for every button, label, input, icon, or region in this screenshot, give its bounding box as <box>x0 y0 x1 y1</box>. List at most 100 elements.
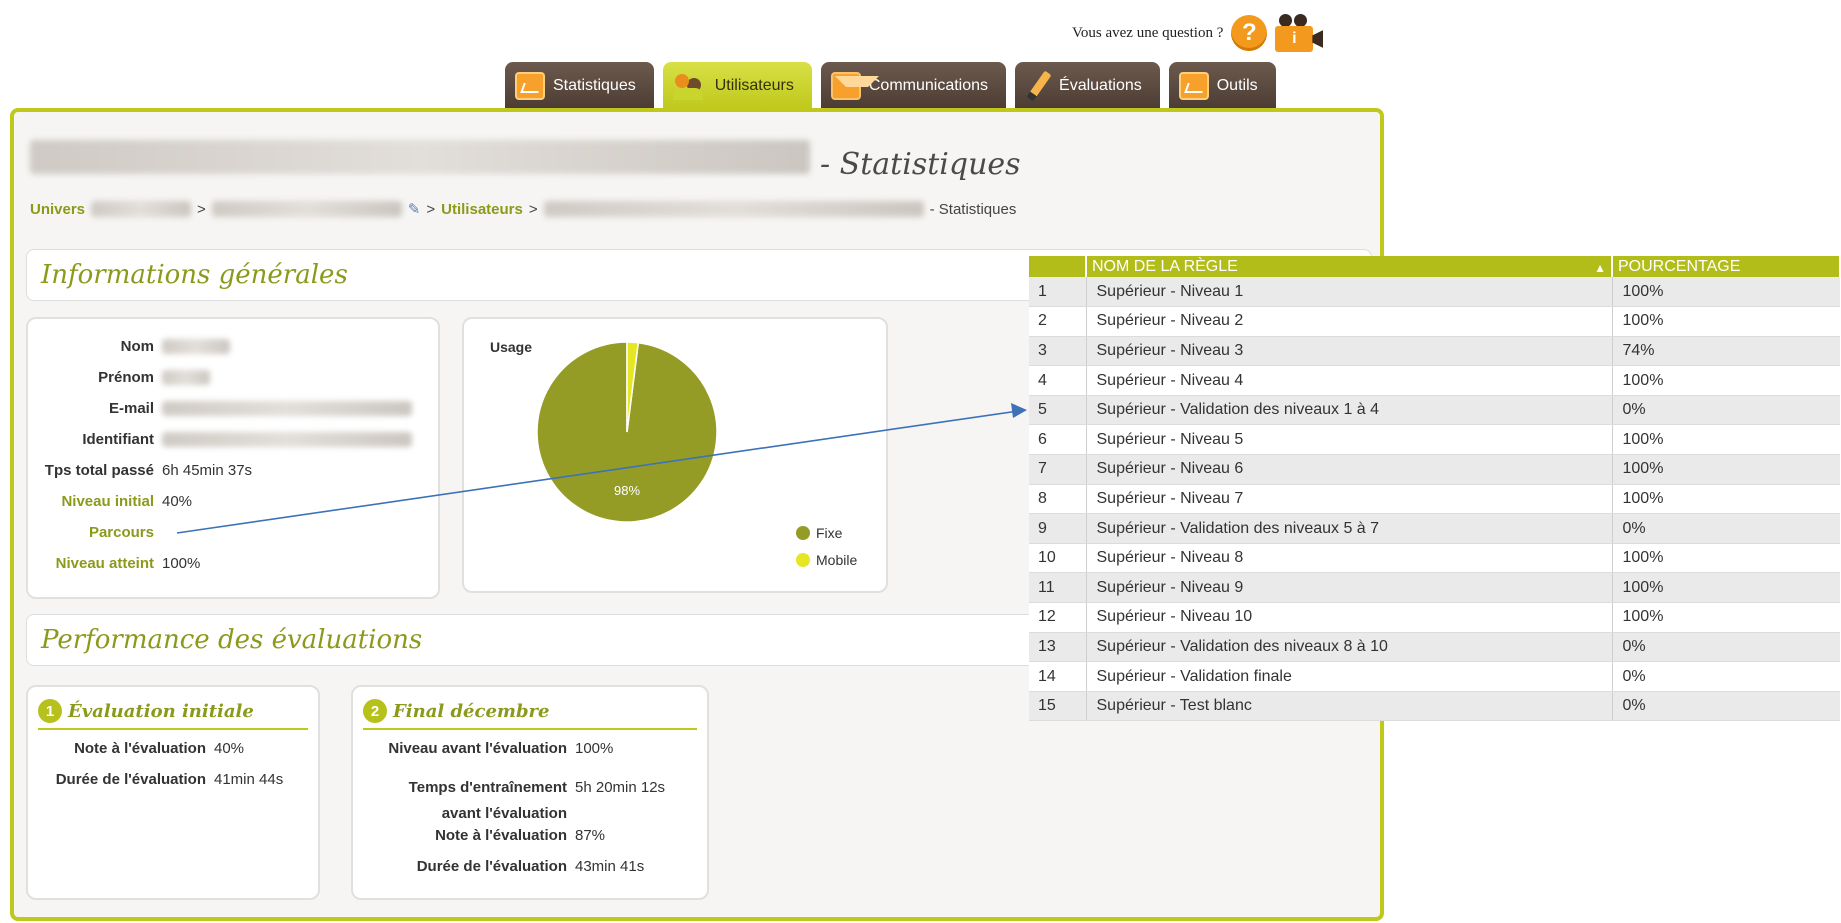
blurred-text <box>543 201 924 217</box>
blurred-value <box>162 339 230 354</box>
rules-header-name[interactable]: NOM DE LA RÈGLE ▲ <box>1086 256 1613 277</box>
row-index: 4 <box>1029 365 1087 396</box>
rule-name: Supérieur - Validation des niveaux 5 à 7 <box>1086 513 1613 544</box>
help-bar: Vous avez une question ? ? i <box>1072 14 1324 52</box>
info-row-tps-total: Tps total passé 6h 45min 37s <box>28 455 438 486</box>
row-index: 6 <box>1029 424 1087 456</box>
row-index: 5 <box>1029 395 1087 426</box>
table-row[interactable]: 3 Supérieur - Niveau 3 74% <box>1029 336 1840 367</box>
eval-row: Temps d'entraînement avant l'évaluation … <box>353 771 707 827</box>
info-row-parcours: Parcours <box>28 517 438 548</box>
rule-percentage: 100% <box>1612 424 1840 456</box>
table-row[interactable]: 8 Supérieur - Niveau 7 100% <box>1029 484 1840 515</box>
blurred-text <box>211 201 402 217</box>
breadcrumb-current: - Statistiques <box>929 200 1017 218</box>
rule-percentage: 100% <box>1612 543 1840 574</box>
eval-value: 40% <box>214 740 245 757</box>
rule-percentage: 0% <box>1612 395 1840 426</box>
table-row[interactable]: 10 Supérieur - Niveau 8 100% <box>1029 543 1840 574</box>
table-row[interactable]: 9 Supérieur - Validation des niveaux 5 à … <box>1029 513 1840 544</box>
question-icon[interactable]: ? <box>1231 15 1268 51</box>
rule-percentage: 74% <box>1612 336 1840 367</box>
rule-percentage: 100% <box>1612 484 1840 515</box>
chart-legend: Fixe Mobile <box>796 519 857 573</box>
rule-name: Supérieur - Validation des niveaux 1 à 4 <box>1086 395 1613 426</box>
tab-evaluations[interactable]: Évaluations <box>1015 62 1160 110</box>
legend-label: Mobile <box>816 551 858 568</box>
parcours-link[interactable]: Parcours <box>28 524 162 541</box>
tab-communications[interactable]: Communications <box>820 62 1007 110</box>
sort-asc-icon[interactable]: ▲ <box>1594 261 1606 275</box>
eval-label: Note à l'évaluation <box>435 827 567 844</box>
table-row[interactable]: 6 Supérieur - Niveau 5 100% <box>1029 424 1840 456</box>
info-value: 6h 45min 37s <box>162 462 253 479</box>
eval-label: Niveau avant l'évaluation <box>388 740 567 757</box>
row-index: 13 <box>1029 632 1087 663</box>
table-row[interactable]: 4 Supérieur - Niveau 4 100% <box>1029 365 1840 396</box>
blurred-user-name <box>30 140 810 174</box>
chart-icon <box>1178 72 1209 100</box>
eval-row: Durée de l'évaluation 41min 44s <box>28 771 318 802</box>
table-row[interactable]: 7 Supérieur - Niveau 6 100% <box>1029 454 1840 485</box>
info-row-nom: Nom <box>28 331 438 362</box>
rules-header-percentage[interactable]: POURCENTAGE <box>1612 256 1841 277</box>
breadcrumb-univers[interactable]: Univers <box>30 201 85 218</box>
row-index: 2 <box>1029 306 1087 337</box>
table-row[interactable]: 11 Supérieur - Niveau 9 100% <box>1029 572 1840 604</box>
breadcrumb-separator: > <box>528 200 538 218</box>
pie-data-label: 98% <box>614 483 640 498</box>
rule-percentage: 100% <box>1612 572 1840 604</box>
rule-percentage: 0% <box>1612 661 1840 692</box>
tab-utilisateurs[interactable]: Utilisateurs <box>662 62 812 110</box>
tab-label: Communications <box>868 77 989 94</box>
page-title-suffix: - Statistiques <box>820 147 1021 182</box>
eval-row: Niveau avant l'évaluation 100% <box>353 740 707 771</box>
blurred-value <box>162 401 412 416</box>
breadcrumb-utilisateurs[interactable]: Utilisateurs <box>441 201 523 218</box>
table-row[interactable]: 12 Supérieur - Niveau 10 100% <box>1029 602 1840 633</box>
legend-swatch <box>796 552 810 567</box>
breadcrumb-separator: > <box>426 200 436 218</box>
user-info-card: Nom Prénom E-mail Identifiant Tps total … <box>26 317 440 599</box>
table-row[interactable]: 1 Supérieur - Niveau 1 100% <box>1029 277 1840 308</box>
tab-statistiques[interactable]: Statistiques <box>505 62 654 110</box>
eval-label: Durée de l'évaluation <box>416 858 567 875</box>
table-row[interactable]: 14 Supérieur - Validation finale 0% <box>1029 661 1840 692</box>
tab-label: Utilisateurs <box>714 77 794 94</box>
legend-item-fixe: Fixe <box>796 519 857 546</box>
info-label: Nom <box>120 338 154 355</box>
rules-table-body: 1 Supérieur - Niveau 1 100% 2 Supérieur - Ni… <box>1029 277 1840 722</box>
rule-name: Supérieur - Niveau 5 <box>1086 424 1613 456</box>
rules-header-row: NOM DE LA RÈGLE ▲ POURCENTAGE <box>1029 256 1841 277</box>
rule-percentage: 0% <box>1612 513 1840 544</box>
edit-icon[interactable]: ✎ <box>408 200 421 218</box>
table-row[interactable]: 15 Supérieur - Test blanc 0% <box>1029 691 1840 722</box>
eval-row: Note à l'évaluation 40% <box>28 740 318 771</box>
eval-value: 100% <box>575 740 614 757</box>
row-index: 9 <box>1029 513 1087 544</box>
eval-row: Durée de l'évaluation 43min 41s <box>353 858 707 889</box>
info-label[interactable]: Niveau atteint <box>28 555 162 572</box>
table-row[interactable]: 13 Supérieur - Validation des niveaux 8 à… <box>1029 632 1840 663</box>
legend-swatch <box>796 525 810 540</box>
help-text: Vous avez une question ? <box>1072 24 1224 41</box>
pencil-icon <box>1025 72 1051 100</box>
tab-outils[interactable]: Outils <box>1168 62 1276 110</box>
info-label: Prénom <box>98 369 154 386</box>
table-row[interactable]: 2 Supérieur - Niveau 2 100% <box>1029 306 1840 337</box>
usage-chart-card: Usage 98% Fixe Mobile <box>462 317 888 593</box>
info-row-niveau-initial: Niveau initial 40% <box>28 486 438 517</box>
info-row-identifiant: Identifiant <box>28 424 438 455</box>
eval-value: 5h 20min 12s <box>575 779 666 796</box>
rule-name: Supérieur - Validation des niveaux 8 à 1… <box>1086 632 1613 663</box>
legend-item-mobile: Mobile <box>796 546 857 573</box>
eval-label: Temps d'entraînement avant l'évaluation <box>408 779 567 822</box>
page-title: - Statistiques <box>30 140 1021 182</box>
info-label[interactable]: Niveau initial <box>28 493 162 510</box>
blurred-value <box>162 370 210 385</box>
table-row[interactable]: 5 Supérieur - Validation des niveaux 1 à … <box>1029 395 1840 426</box>
rule-name: Supérieur - Test blanc <box>1086 691 1613 722</box>
video-help-icon[interactable]: i <box>1275 14 1324 52</box>
rule-name: Supérieur - Niveau 4 <box>1086 365 1613 396</box>
info-row-prenom: Prénom <box>28 362 438 393</box>
